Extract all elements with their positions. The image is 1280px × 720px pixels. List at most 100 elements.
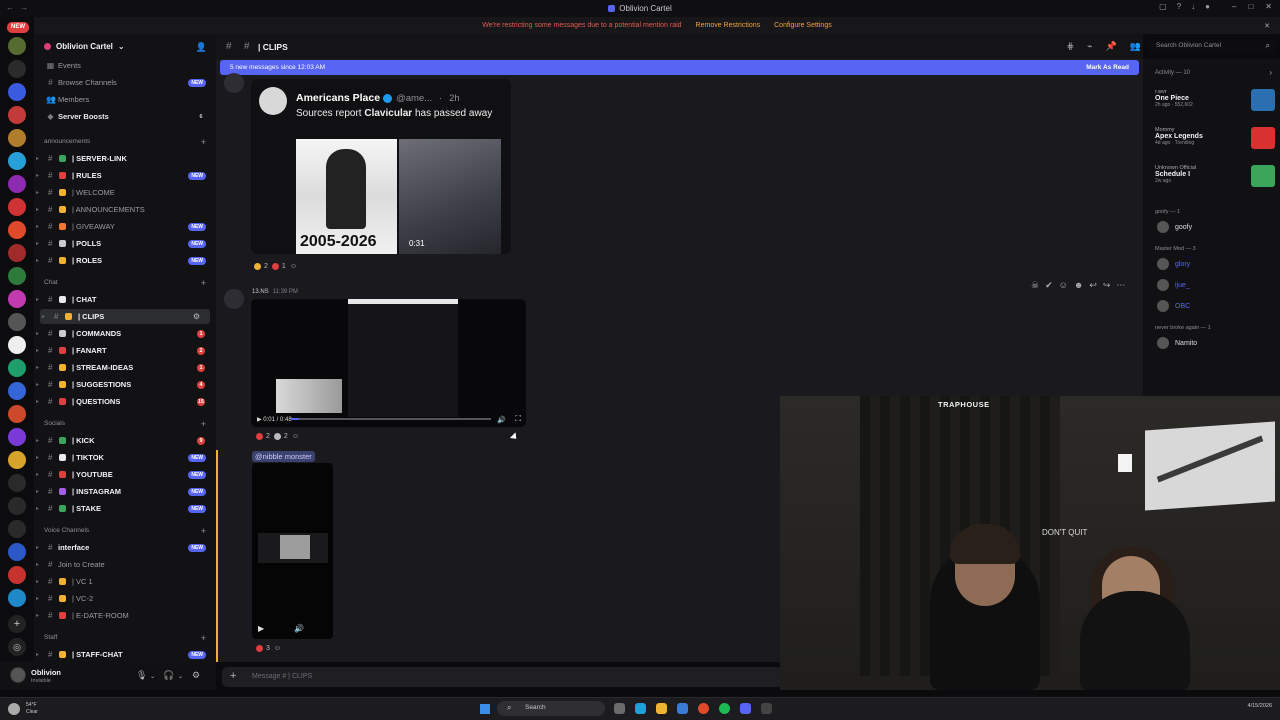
- channel-item[interactable]: ▸ # | ROLES NEW: [34, 253, 216, 268]
- member-item[interactable]: OBC: [1157, 300, 1190, 312]
- sidebar-item-members[interactable]: 👥 Members: [34, 92, 216, 107]
- channel-item[interactable]: ▸ # | CHAT: [34, 292, 216, 307]
- server-icon[interactable]: [8, 543, 26, 561]
- reaction-chip[interactable]: 2: [273, 433, 288, 440]
- configure-settings-link[interactable]: Configure Settings: [774, 22, 832, 29]
- member-item[interactable]: glory: [1157, 258, 1190, 270]
- minimize-icon[interactable]: –: [1232, 2, 1236, 11]
- headphones-icon[interactable]: 🎧: [163, 670, 174, 681]
- category-chat[interactable]: Chat +: [34, 275, 216, 290]
- nav-arrows[interactable]: ← →: [6, 3, 28, 12]
- add-channel-icon[interactable]: +: [201, 137, 206, 147]
- sidebar-item-server-boosts[interactable]: ◆ Server Boosts 6: [34, 109, 216, 124]
- server-icon[interactable]: [8, 290, 26, 308]
- forward-icon[interactable]: →: [20, 3, 28, 12]
- channel-item[interactable]: ▸ # | YOUTUBE NEW: [34, 467, 216, 482]
- chrome-icon[interactable]: [698, 703, 709, 714]
- channel-item[interactable]: ▸ # | SERVER-LINK: [34, 151, 216, 166]
- play-icon[interactable]: ▶: [257, 417, 262, 423]
- download-icon[interactable]: ↓: [1191, 2, 1195, 11]
- channel-item[interactable]: ▸ # | STREAM-IDEAS 1: [34, 360, 216, 375]
- activity-item[interactable]: Mommy Apex Legends 4d ago · Trending: [1155, 127, 1277, 149]
- store-icon[interactable]: [677, 703, 688, 714]
- server-icon[interactable]: [8, 198, 26, 216]
- reaction-chip[interactable]: 1: [271, 263, 286, 270]
- server-icon[interactable]: [8, 428, 26, 446]
- discover-icon[interactable]: ◎: [8, 638, 26, 656]
- spotify-icon[interactable]: [719, 703, 730, 714]
- channel-item[interactable]: ▸ # | VC-2: [34, 591, 216, 606]
- taskbar-clock[interactable]: 4/15/2026: [1248, 702, 1272, 710]
- activity-item[interactable]: r.wvr One Piece 2h ago · 552,602: [1155, 89, 1277, 111]
- forward-icon[interactable]: ↪: [1103, 280, 1111, 291]
- add-channel-icon[interactable]: +: [201, 633, 206, 643]
- fullscreen-icon[interactable]: ⛶: [515, 414, 521, 424]
- add-reaction-icon[interactable]: ☻: [1074, 280, 1083, 291]
- add-reaction-icon[interactable]: ☺: [290, 263, 297, 270]
- channel-item[interactable]: ▸ # | E-DATE-ROOM: [34, 608, 216, 623]
- channel-item[interactable]: ▸ # | SUGGESTIONS 4: [34, 377, 216, 392]
- chevron-down-icon[interactable]: ⌄: [150, 673, 155, 680]
- embed-image[interactable]: 2005-2026: [296, 139, 397, 254]
- threads-icon[interactable]: ⋕: [1067, 41, 1075, 52]
- channel-item[interactable]: ▸ # | ANNOUNCEMENTS: [34, 202, 216, 217]
- notifications-icon[interactable]: ⌁: [1087, 41, 1092, 52]
- tweet-embed[interactable]: Americans Place @ame... · 2h Sources repo…: [251, 79, 511, 254]
- new-messages-bar[interactable]: 5 new messages since 12:03 AM Mark As Re…: [220, 60, 1139, 75]
- mark-as-read-button[interactable]: Mark As Read: [1086, 64, 1129, 71]
- server-header[interactable]: Oblivion Cartel ⌄ 👤: [34, 34, 216, 58]
- channel-item[interactable]: ▸ # | STAFF-CHAT NEW: [34, 647, 216, 661]
- server-icon[interactable]: [8, 83, 26, 101]
- volume-icon[interactable]: 🔊: [497, 416, 506, 424]
- channel-item[interactable]: ▸ # | WELCOME: [34, 185, 216, 200]
- remove-restrictions-link[interactable]: Remove Restrictions: [696, 22, 761, 29]
- members-icon[interactable]: 👥: [1130, 41, 1141, 52]
- video-progress-bar[interactable]: [291, 418, 491, 420]
- chevron-right-icon[interactable]: ›: [1269, 68, 1272, 77]
- message-composer[interactable]: + Message # | CLIPS: [222, 667, 782, 687]
- channel-item[interactable]: ▸ # | STAKE NEW: [34, 501, 216, 516]
- channel-item[interactable]: ▸ # | TIKTOK NEW: [34, 450, 216, 465]
- add-reaction-icon[interactable]: ☺: [292, 433, 299, 440]
- category-socials[interactable]: Socials +: [34, 416, 216, 431]
- server-icon[interactable]: [8, 244, 26, 262]
- reaction-emoji-icon[interactable]: ☺: [1059, 280, 1068, 291]
- channel-item[interactable]: ▸ # interface NEW: [34, 540, 216, 555]
- task-view-icon[interactable]: [614, 703, 625, 714]
- member-item[interactable]: ijue_: [1157, 279, 1190, 291]
- microphone-icon[interactable]: 🎙: [136, 670, 147, 681]
- app-icon[interactable]: [761, 703, 772, 714]
- avatar[interactable]: [224, 289, 244, 309]
- server-icon[interactable]: [8, 37, 26, 55]
- channel-item[interactable]: ▸ # | INSTAGRAM NEW: [34, 484, 216, 499]
- server-icon[interactable]: [8, 382, 26, 400]
- search-input[interactable]: Search Oblivion Cartel ⌕: [1148, 39, 1276, 54]
- server-icon[interactable]: [8, 221, 26, 239]
- member-item[interactable]: goofy: [1157, 221, 1192, 233]
- server-icon[interactable]: [8, 152, 26, 170]
- user-mention[interactable]: @nibble monster: [252, 451, 315, 462]
- edge-icon[interactable]: [635, 703, 646, 714]
- server-icon[interactable]: [8, 497, 26, 515]
- server-icon[interactable]: [8, 60, 26, 78]
- volume-icon[interactable]: 🔊: [294, 624, 304, 633]
- add-channel-icon[interactable]: +: [201, 526, 206, 536]
- reaction-chip[interactable]: 3: [256, 645, 270, 652]
- banner-close-icon[interactable]: ✕: [1264, 22, 1270, 30]
- server-icon[interactable]: [8, 520, 26, 538]
- category-announcements[interactable]: announcements +: [34, 134, 216, 149]
- embed-video-thumbnail[interactable]: 0:31: [399, 139, 501, 254]
- server-icon[interactable]: [8, 566, 26, 584]
- taskbar-search[interactable]: ⌕ Search: [497, 701, 605, 716]
- play-icon[interactable]: ▶: [258, 624, 264, 633]
- server-icon[interactable]: [8, 405, 26, 423]
- upload-plus-icon[interactable]: +: [230, 670, 236, 682]
- add-server-icon[interactable]: +: [8, 615, 26, 633]
- channel-item[interactable]: ▸ # | QUESTIONS 15: [34, 394, 216, 409]
- reaction-chip[interactable]: 2: [256, 433, 270, 440]
- add-reaction-icon[interactable]: ☺: [274, 645, 281, 652]
- add-channel-icon[interactable]: +: [201, 419, 206, 429]
- activity-item[interactable]: Unknown Official Schedule I 2w ago: [1155, 165, 1277, 187]
- channel-item[interactable]: ▸ # | POLLS NEW: [34, 236, 216, 251]
- channel-item[interactable]: ▸ # | RULES NEW: [34, 168, 216, 183]
